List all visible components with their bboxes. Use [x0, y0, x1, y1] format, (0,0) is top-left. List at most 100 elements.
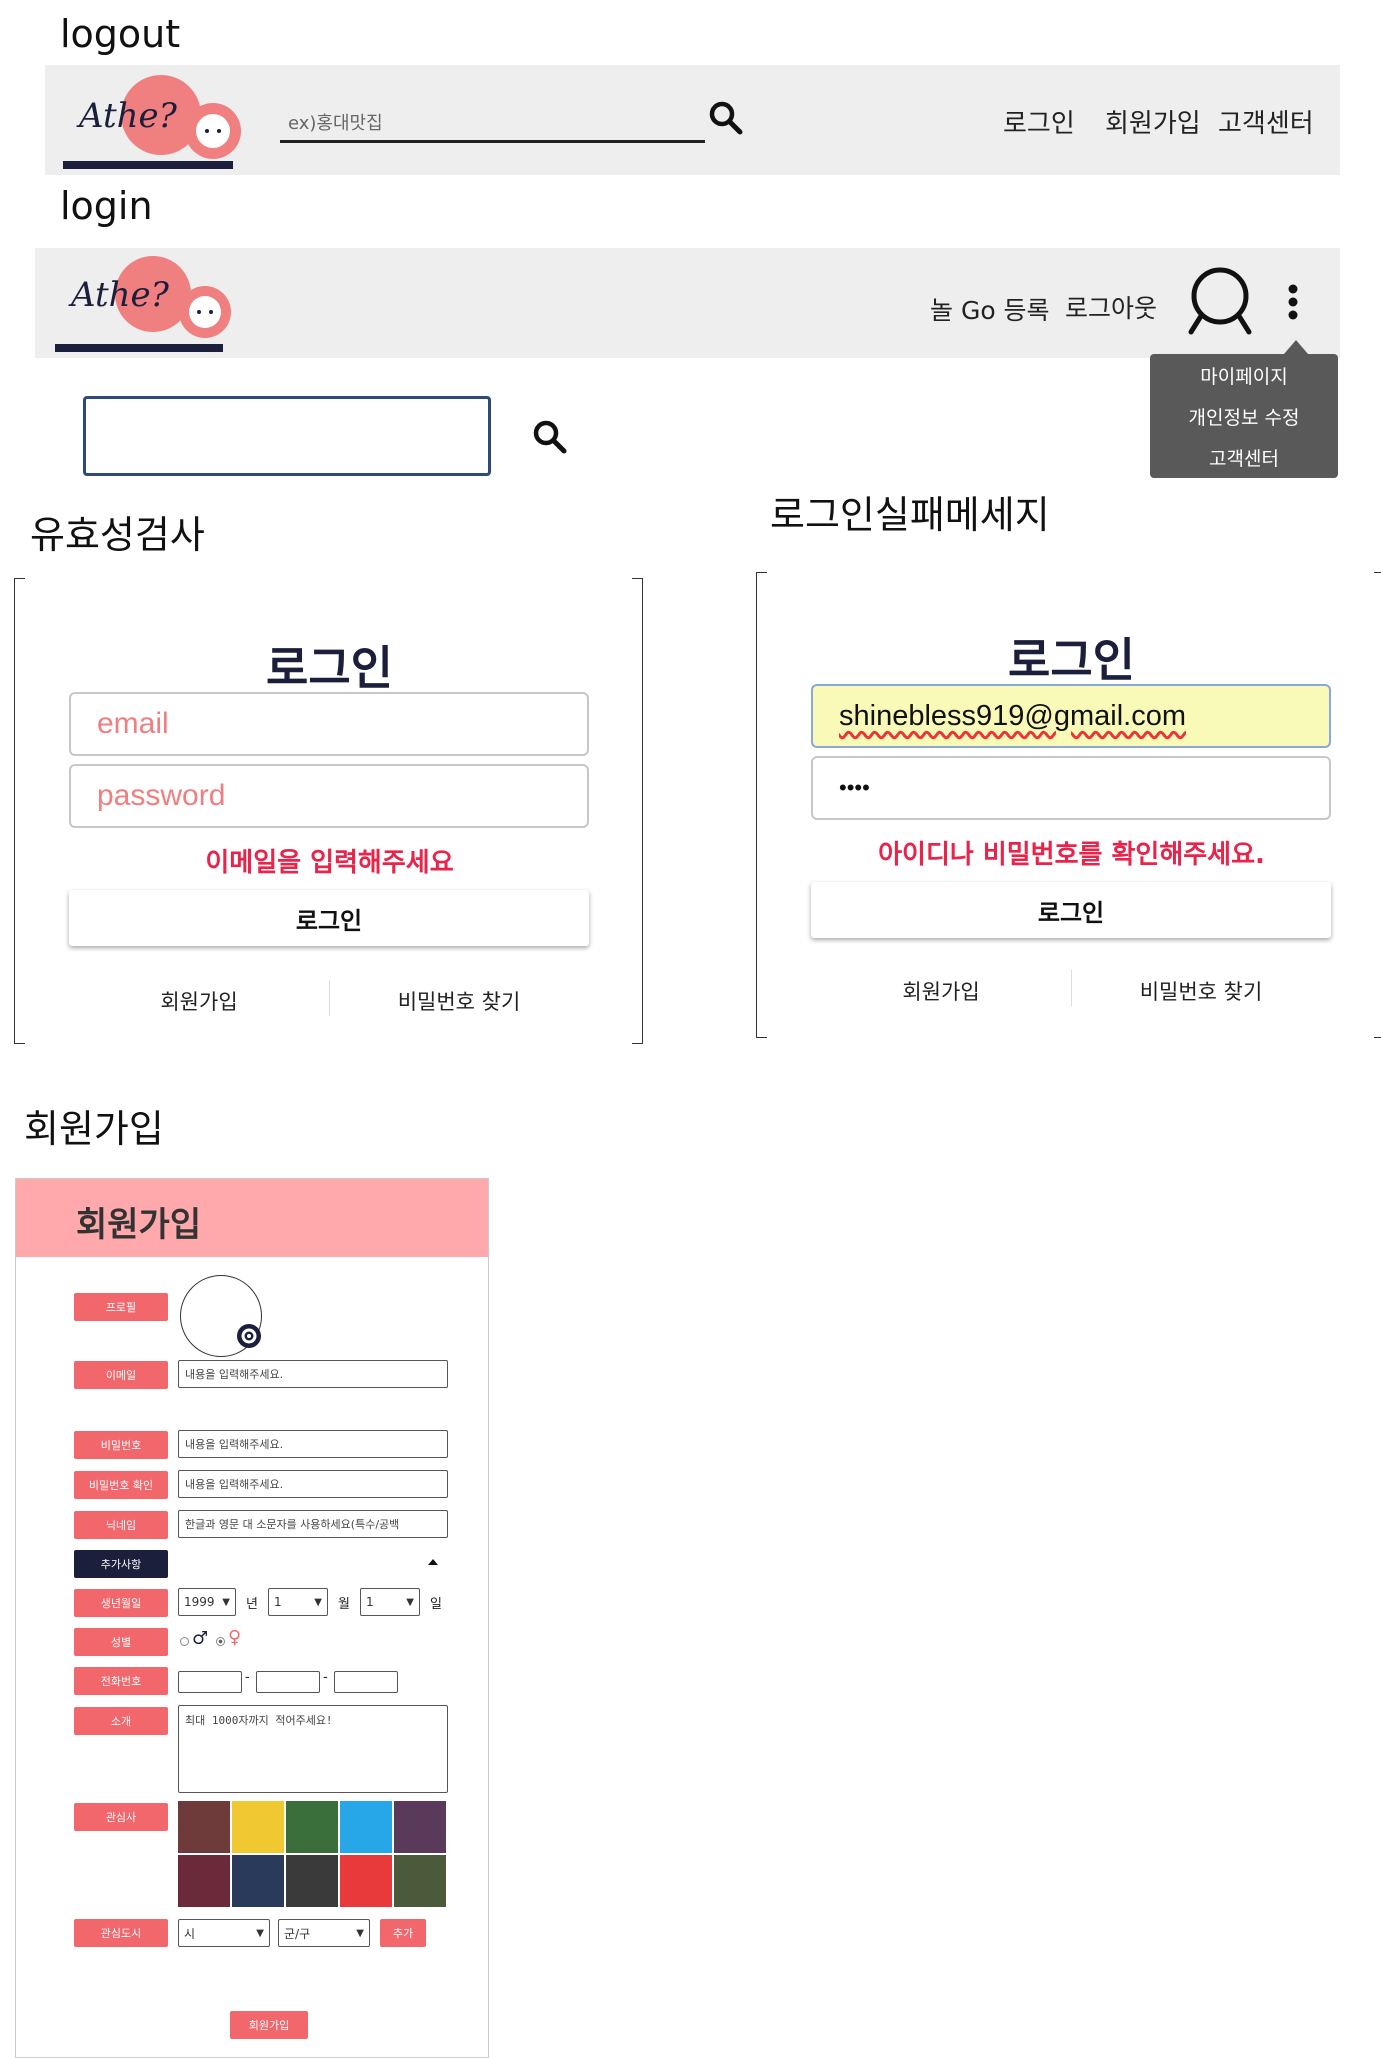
label-login-fail: 로그인실패메세지	[770, 493, 1050, 537]
login-title: 로그인	[1008, 633, 1135, 687]
email-input[interactable]: 내용을 입력해주세요.	[178, 1360, 448, 1388]
header-logged-in: Athe? 놀 Go 등록 로그아웃	[35, 248, 1340, 358]
phone-separator: -	[323, 1670, 328, 1685]
password-value: ••••	[839, 775, 870, 800]
birth-year-unit: 년	[246, 1597, 258, 1612]
logo-graphic: Athe?	[63, 75, 241, 169]
logo[interactable]: Athe?	[61, 69, 251, 171]
user-icon[interactable]	[1187, 266, 1253, 336]
female-icon: ♀	[228, 1627, 242, 1648]
city-si-select[interactable]: 시 ▼	[178, 1919, 270, 1947]
label-password-confirm: 비밀번호 확인	[74, 1471, 168, 1499]
search-input[interactable]: ex)홍대맛집	[288, 109, 383, 135]
signup-panel: 회원가입 프로필 이메일 내용을 입력해주세요. 비밀번호 내용을 입력해주세요…	[15, 1178, 489, 2058]
label-login: login	[60, 184, 153, 228]
nickname-input[interactable]: 한글과 영문 대 소문자를 사용하세요(특수/공백	[178, 1510, 448, 1538]
more-vertical-icon[interactable]	[1287, 284, 1299, 320]
interest-tile-rock-icon[interactable]	[232, 1801, 284, 1853]
label-gender: 성별	[74, 1628, 168, 1656]
label-logout: logout	[60, 12, 181, 56]
nav-logout-link[interactable]: 로그아웃	[1065, 289, 1157, 325]
dropdown-edit-profile[interactable]: 개인정보 수정	[1150, 403, 1338, 430]
label-intro: 소개	[74, 1707, 168, 1735]
interest-tile-cafe-icon[interactable]	[340, 1855, 392, 1907]
label-birth: 생년월일	[74, 1589, 168, 1617]
email-field[interactable]: shinebless919@gmail.com	[811, 684, 1331, 748]
birth-day-select[interactable]: 1 ▼	[360, 1588, 420, 1616]
interest-tile-workshop-icon[interactable]	[286, 1855, 338, 1907]
search-box[interactable]: ex)홍대맛집	[280, 95, 705, 143]
interest-tile-landscape-icon[interactable]	[286, 1801, 338, 1853]
birth-day-unit: 일	[430, 1597, 442, 1612]
search-input[interactable]	[83, 396, 491, 476]
phone-part2-input[interactable]	[256, 1671, 320, 1693]
password-field[interactable]: password	[69, 764, 589, 828]
add-city-button[interactable]: 추가	[380, 1919, 426, 1947]
svg-text:Athe?: Athe?	[68, 275, 170, 315]
gear-icon[interactable]	[236, 1323, 262, 1349]
birth-month-select[interactable]: 1 ▼	[268, 1588, 328, 1616]
chevron-down-icon: ▼	[406, 1596, 414, 1608]
login-fail-panel: 로그인 shinebless919@gmail.com •••• 아이디나 비밀…	[756, 572, 1381, 1038]
svg-text:Athe?: Athe?	[76, 96, 178, 136]
signup-title: 회원가입	[76, 1205, 202, 1245]
birth-year-select[interactable]: 1999 ▼	[178, 1588, 236, 1616]
dropdown-support[interactable]: 고객센터	[1150, 444, 1338, 471]
birth-day-value: 1	[366, 1595, 374, 1609]
password-confirm-input[interactable]: 내용을 입력해주세요.	[178, 1470, 448, 1498]
dropdown-mypage[interactable]: 마이페이지	[1150, 362, 1338, 389]
label-password: 비밀번호	[74, 1431, 168, 1459]
login-title: 로그인	[266, 641, 393, 695]
user-dropdown-menu: 마이페이지 개인정보 수정 고객센터	[1150, 354, 1338, 478]
logo-graphic: Athe?	[55, 256, 231, 352]
interest-tile-people-icon[interactable]	[394, 1801, 446, 1853]
city-gu-select[interactable]: 군/구 ▼	[278, 1919, 370, 1947]
nav-register-go-link[interactable]: 놀 Go 등록	[930, 291, 1050, 327]
nav-support-link[interactable]: 고객센터	[1218, 103, 1314, 140]
login-fail-error-message: 아이디나 비밀번호를 확인해주세요.	[878, 840, 1265, 870]
dropdown-arrow	[1284, 340, 1308, 354]
interest-tile-book-icon[interactable]	[178, 1801, 230, 1853]
signup-submit-button[interactable]: 회원가입	[230, 2011, 308, 2039]
find-password-link[interactable]: 비밀번호 찾기	[329, 986, 589, 1016]
chevron-down-icon: ▼	[222, 1596, 230, 1608]
birth-month-unit: 월	[338, 1597, 350, 1612]
birth-year-value: 1999	[184, 1595, 215, 1609]
caret-up-icon[interactable]	[428, 1559, 438, 1565]
signup-link[interactable]: 회원가입	[811, 976, 1071, 1006]
intro-textarea[interactable]: 최대 1000자까지 적어주세요!	[178, 1705, 448, 1793]
gender-male-radio[interactable]	[180, 1637, 189, 1646]
logo[interactable]: Athe?	[53, 252, 243, 354]
extra-toggle[interactable]: 추가사항	[74, 1550, 168, 1578]
header-logged-out: Athe? ex)홍대맛집 로그인 회원가입 고객센터	[45, 65, 1340, 175]
interest-tile-flower-icon[interactable]	[394, 1855, 446, 1907]
find-password-link[interactable]: 비밀번호 찾기	[1071, 976, 1331, 1006]
signup-link[interactable]: 회원가입	[69, 986, 329, 1016]
phone-separator: -	[245, 1670, 250, 1685]
password-input[interactable]: 내용을 입력해주세요.	[178, 1430, 448, 1458]
interest-tile-food-icon[interactable]	[340, 1801, 392, 1853]
label-phone: 전화번호	[74, 1667, 168, 1695]
nav-login-link[interactable]: 로그인	[1003, 103, 1075, 140]
login-button[interactable]: 로그인	[811, 882, 1331, 938]
label-signup: 회원가입	[24, 1107, 164, 1151]
phone-part3-input[interactable]	[334, 1671, 398, 1693]
interest-tile-game-icon[interactable]	[232, 1855, 284, 1907]
search-icon[interactable]	[709, 101, 743, 135]
password-field[interactable]: ••••	[811, 756, 1331, 820]
search-icon[interactable]	[533, 420, 567, 454]
interest-tile-hiking-icon[interactable]	[178, 1855, 230, 1907]
email-field[interactable]: email	[69, 692, 589, 756]
city-si-value: 시	[184, 1926, 196, 1941]
chevron-down-icon: ▼	[314, 1596, 322, 1608]
label-city: 관심도시	[74, 1919, 168, 1947]
login-validation-panel: 로그인 email password 이메일을 입력해주세요 로그인 회원가입 …	[14, 578, 643, 1044]
validation-error-message: 이메일을 입력해주세요	[205, 848, 454, 878]
nav-signup-link[interactable]: 회원가입	[1105, 103, 1201, 140]
gender-female-radio[interactable]	[216, 1637, 225, 1646]
birth-month-value: 1	[274, 1595, 282, 1609]
email-placeholder: email	[97, 707, 169, 740]
password-placeholder: password	[97, 779, 226, 812]
login-button[interactable]: 로그인	[69, 890, 589, 946]
phone-part1-input[interactable]	[178, 1671, 242, 1693]
